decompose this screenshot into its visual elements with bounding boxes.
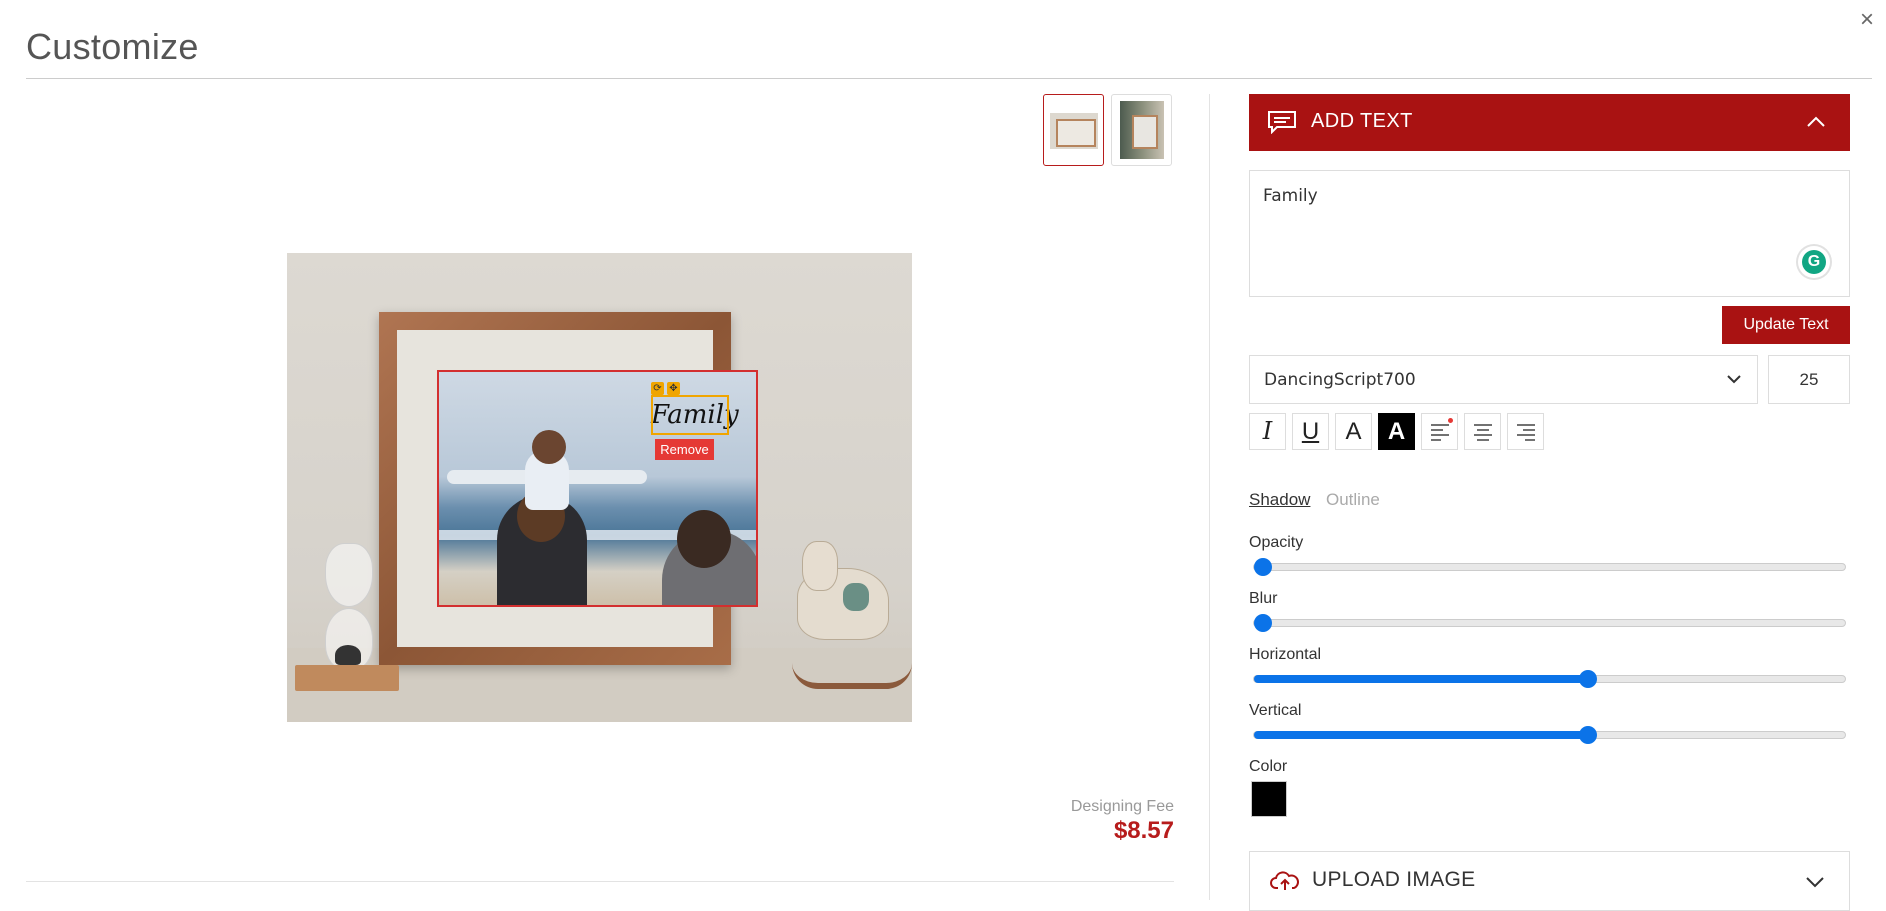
thumbnail-front-view[interactable] [1043,94,1104,166]
tab-outline[interactable]: Outline [1326,490,1380,510]
font-size-input[interactable]: 25 [1768,355,1850,404]
move-handle-icon[interactable]: ✥ [667,382,680,395]
slider-thumb[interactable] [1578,726,1597,744]
cloud-upload-icon [1270,871,1299,890]
hourglass-sand [335,645,361,665]
slider-thumb[interactable] [1254,558,1272,576]
font-family-value: DancingScript700 [1264,370,1416,390]
hourglass-base [295,665,399,691]
add-text-header[interactable]: ADD TEXT [1249,94,1850,151]
vertical-label: Vertical [1249,702,1302,719]
product-preview-canvas[interactable]: ⟳ ✥ Family Remove [287,253,912,722]
align-left-icon [1430,424,1449,441]
opacity-label: Opacity [1249,534,1304,551]
chevron-down-icon [1727,375,1741,384]
align-left-button[interactable] [1421,413,1458,450]
align-right-button[interactable] [1507,413,1544,450]
rotate-handle-icon[interactable]: ⟳ [651,382,664,395]
slider-thumb[interactable] [1578,670,1597,688]
slider-fill [1254,731,1588,739]
slider-fill [1254,675,1588,683]
slider-thumb[interactable] [1254,614,1272,632]
vertical-slider[interactable] [1253,726,1846,744]
designing-fee-label: Designing Fee [1070,798,1174,815]
underline-button[interactable]: U [1292,413,1329,450]
grammarly-icon[interactable]: G [1798,246,1830,278]
panel-divider [1209,94,1210,900]
text-input[interactable] [1249,170,1850,297]
rocking-horse-rocker [792,663,912,689]
horizontal-label: Horizontal [1249,646,1322,663]
text-selection-outline [651,395,729,435]
page-title: Customize [26,26,199,67]
tab-shadow[interactable]: Shadow [1249,490,1310,510]
blur-slider[interactable] [1253,614,1846,632]
upload-image-title: UPLOAD IMAGE [1312,868,1476,891]
header-divider [26,78,1872,79]
color-swatch[interactable] [1251,781,1287,817]
designing-fee-price: $8.57 [1113,817,1174,844]
thumbnail-image [1120,101,1164,159]
chevron-down-icon[interactable] [1805,872,1825,892]
rocking-horse-head [802,541,838,591]
align-center-button[interactable] [1464,413,1501,450]
active-indicator [1448,418,1453,423]
align-center-icon [1473,424,1492,441]
footer-divider [26,881,1174,882]
update-text-button[interactable]: Update Text [1722,306,1850,344]
opacity-slider[interactable] [1253,558,1846,576]
add-text-title: ADD TEXT [1311,110,1413,132]
chevron-up-icon[interactable] [1806,112,1826,132]
rocking-horse-saddle [843,583,869,611]
close-icon[interactable]: × [1860,6,1874,34]
grammarly-logo: G [1802,250,1826,274]
thumbnail-image [1050,113,1098,149]
chat-bubble-icon [1268,111,1296,134]
hourglass-decoration [325,543,373,607]
text-color-button[interactable]: A [1335,413,1372,450]
thumbnail-wall-view[interactable] [1111,94,1172,166]
italic-button[interactable]: I [1249,413,1286,450]
remove-text-button[interactable]: Remove [655,439,714,460]
upload-image-header[interactable]: UPLOAD IMAGE [1249,851,1850,911]
font-family-select[interactable]: DancingScript700 [1249,355,1758,404]
text-background-button[interactable]: A [1378,413,1415,450]
blur-label: Blur [1249,590,1278,607]
horizontal-slider[interactable] [1253,670,1846,688]
color-label: Color [1249,758,1288,775]
align-right-icon [1516,424,1535,441]
